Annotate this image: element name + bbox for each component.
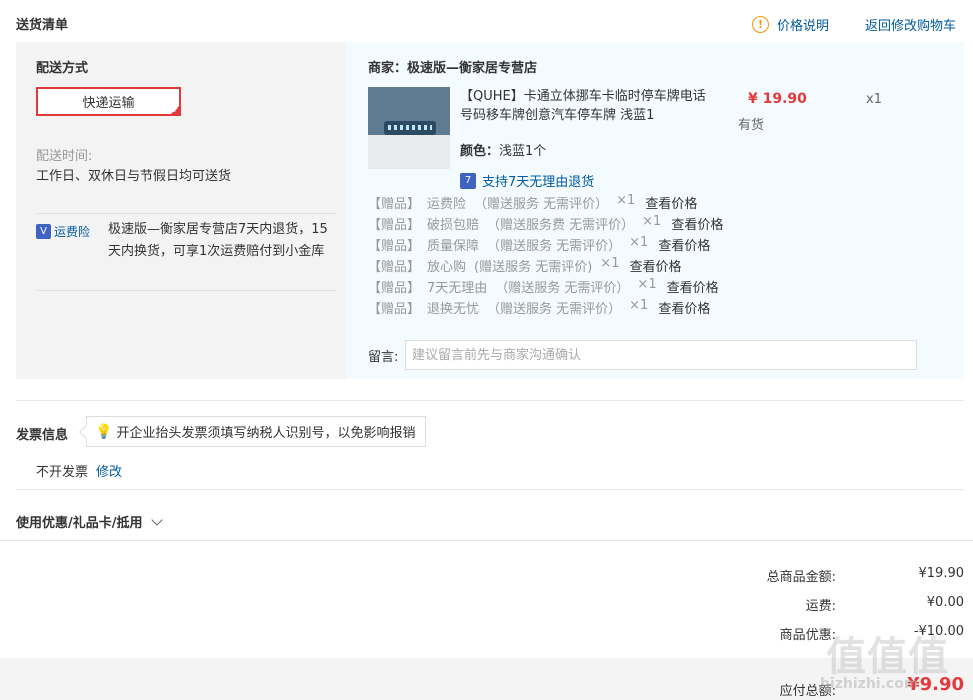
divider [16, 489, 964, 490]
info-icon: ! [752, 16, 769, 33]
invoice-value: 不开发票 [36, 465, 89, 480]
view-price-link[interactable]: 查看价格 [645, 193, 697, 212]
product-name-link[interactable]: 【QUHE】卡通立体挪车卡临时停车牌电话号码移车牌创意汽车停车牌 浅蓝1 [460, 87, 710, 125]
back-to-cart-link[interactable]: 返回修改购物车 [865, 15, 956, 34]
gift-tag: 【赠品】 [368, 197, 421, 212]
shield-icon: V [36, 224, 51, 239]
shipping-insurance-badge[interactable]: V 运费险 [36, 223, 90, 240]
gift-note: （赠送服务 无需评价） [495, 281, 630, 296]
divider [36, 213, 336, 214]
message-input[interactable] [405, 340, 917, 370]
gift-tag: 【赠品】 [368, 218, 421, 233]
stock-status: 有货 [738, 118, 765, 133]
seven-day-return-icon: 7 [460, 172, 476, 189]
check-icon: ✓ [172, 106, 179, 115]
gift-qty: ×1 [629, 235, 649, 250]
gift-qty: ×1 [629, 298, 649, 313]
gift-qty: ×1 [637, 277, 657, 292]
delivery-time-value: 工作日、双休日与节假日均可送货 [36, 169, 232, 184]
gift-note: （赠送服务 无需评价） [474, 197, 609, 212]
product-color: 颜色：浅蓝1个 [460, 140, 546, 159]
return-policy-label: 支持7天无理由退货 [482, 175, 595, 190]
view-price-link[interactable]: 查看价格 [658, 298, 710, 317]
gift-name: 破损包赔 [427, 218, 480, 233]
gift-name: 7天无理由 [427, 281, 488, 296]
product-quantity: x1 [866, 92, 882, 107]
gift-qty: ×1 [616, 193, 636, 208]
page-title: 送货清单 [16, 18, 69, 33]
gift-note: （赠送服务 无需评价） [487, 302, 622, 317]
delivery-time-label: 配送时间: [36, 149, 93, 164]
shipping-method-label: 快递运输 [82, 96, 135, 111]
shipping-insurance-label: 运费险 [54, 225, 91, 239]
price-note-link[interactable]: ! 价格说明 [752, 15, 829, 34]
divider [36, 290, 336, 291]
gift-row: 【赠品】 7天无理由 （赠送服务 无需评价） ×1 查看价格 [368, 277, 719, 296]
color-value: 浅蓝1个 [499, 144, 547, 159]
product-price: ¥ 19.90 [748, 91, 807, 107]
discount-title: 使用优惠/礼品卡/抵用 [16, 516, 143, 531]
subtotal-value: ¥19.90 [918, 566, 965, 581]
invoice-tip-text: 开企业抬头发票须填写纳税人识别号，以免影响报销 [116, 426, 416, 441]
gift-qty: ×1 [642, 214, 662, 229]
gift-name: 运费险 [427, 197, 467, 212]
subtotal-label: 总商品金额: [766, 570, 836, 585]
view-price-link[interactable]: 查看价格 [671, 214, 723, 233]
gift-tag: 【赠品】 [368, 239, 421, 254]
gift-name: 退换无忧 [427, 302, 480, 317]
gift-tag: 【赠品】 [368, 281, 421, 296]
gift-qty: ×1 [600, 256, 620, 271]
divider [16, 400, 964, 401]
view-price-link[interactable]: 查看价格 [629, 256, 681, 275]
lightbulb-icon: 💡 [95, 423, 113, 440]
gift-tag: 【赠品】 [368, 302, 421, 317]
gift-row: 【赠品】 退换无忧 （赠送服务 无需评价） ×1 查看价格 [368, 298, 710, 317]
gift-tag: 【赠品】 [368, 260, 421, 275]
view-price-link[interactable]: 查看价格 [658, 235, 710, 254]
product-image[interactable] [368, 87, 450, 169]
invoice-title: 发票信息 [16, 428, 69, 443]
shipping-insurance-text: 极速版—衡家居专营店7天内退货，15天内换货，可享1次运费赔付到小金库 [108, 222, 328, 259]
invoice-edit-link[interactable]: 修改 [96, 461, 122, 480]
divider [0, 540, 973, 541]
invoice-tip: 💡 开企业抬头发票须填写纳税人识别号，以免影响报销 [86, 416, 427, 447]
view-price-link[interactable]: 查看价格 [667, 277, 719, 296]
gift-name: 质量保障 [427, 239, 480, 254]
gift-name: 放心购 [427, 260, 467, 275]
shipping-fee-label: 运费: [805, 599, 836, 614]
watermark-text: hizhizhi.com [820, 676, 919, 692]
discount-toggle[interactable]: 使用优惠/礼品卡/抵用 [16, 512, 163, 531]
gift-row: 【赠品】 运费险 （赠送服务 无需评价） ×1 查看价格 [368, 193, 697, 212]
gift-row: 【赠品】 质量保障 （赠送服务 无需评价） ×1 查看价格 [368, 235, 710, 254]
gift-note: （赠送服务 无需评价） [487, 239, 622, 254]
watermark-logo: 值值值 [826, 634, 949, 680]
gift-note: （赠送服务费 无需评价） [487, 218, 635, 233]
gift-note: (赠送服务 无需评价) [474, 260, 593, 275]
merchant-name: 商家：极速版—衡家居专营店 [368, 61, 538, 76]
return-policy-badge[interactable]: 7 支持7天无理由退货 [460, 171, 594, 190]
price-note-label: 价格说明 [777, 19, 830, 34]
gift-row: 【赠品】 放心购 (赠送服务 无需评价) ×1 查看价格 [368, 256, 681, 275]
gift-row: 【赠品】 破损包赔 （赠送服务费 无需评价） ×1 查看价格 [368, 214, 723, 233]
shipping-title: 配送方式 [36, 61, 89, 76]
shipping-method-option[interactable]: 快递运输 ✓ [36, 87, 181, 116]
color-key: 颜色： [460, 144, 500, 159]
chevron-down-icon [150, 513, 163, 526]
shipping-fee-value: ¥0.00 [926, 595, 964, 610]
message-label: 留言: [368, 350, 399, 365]
